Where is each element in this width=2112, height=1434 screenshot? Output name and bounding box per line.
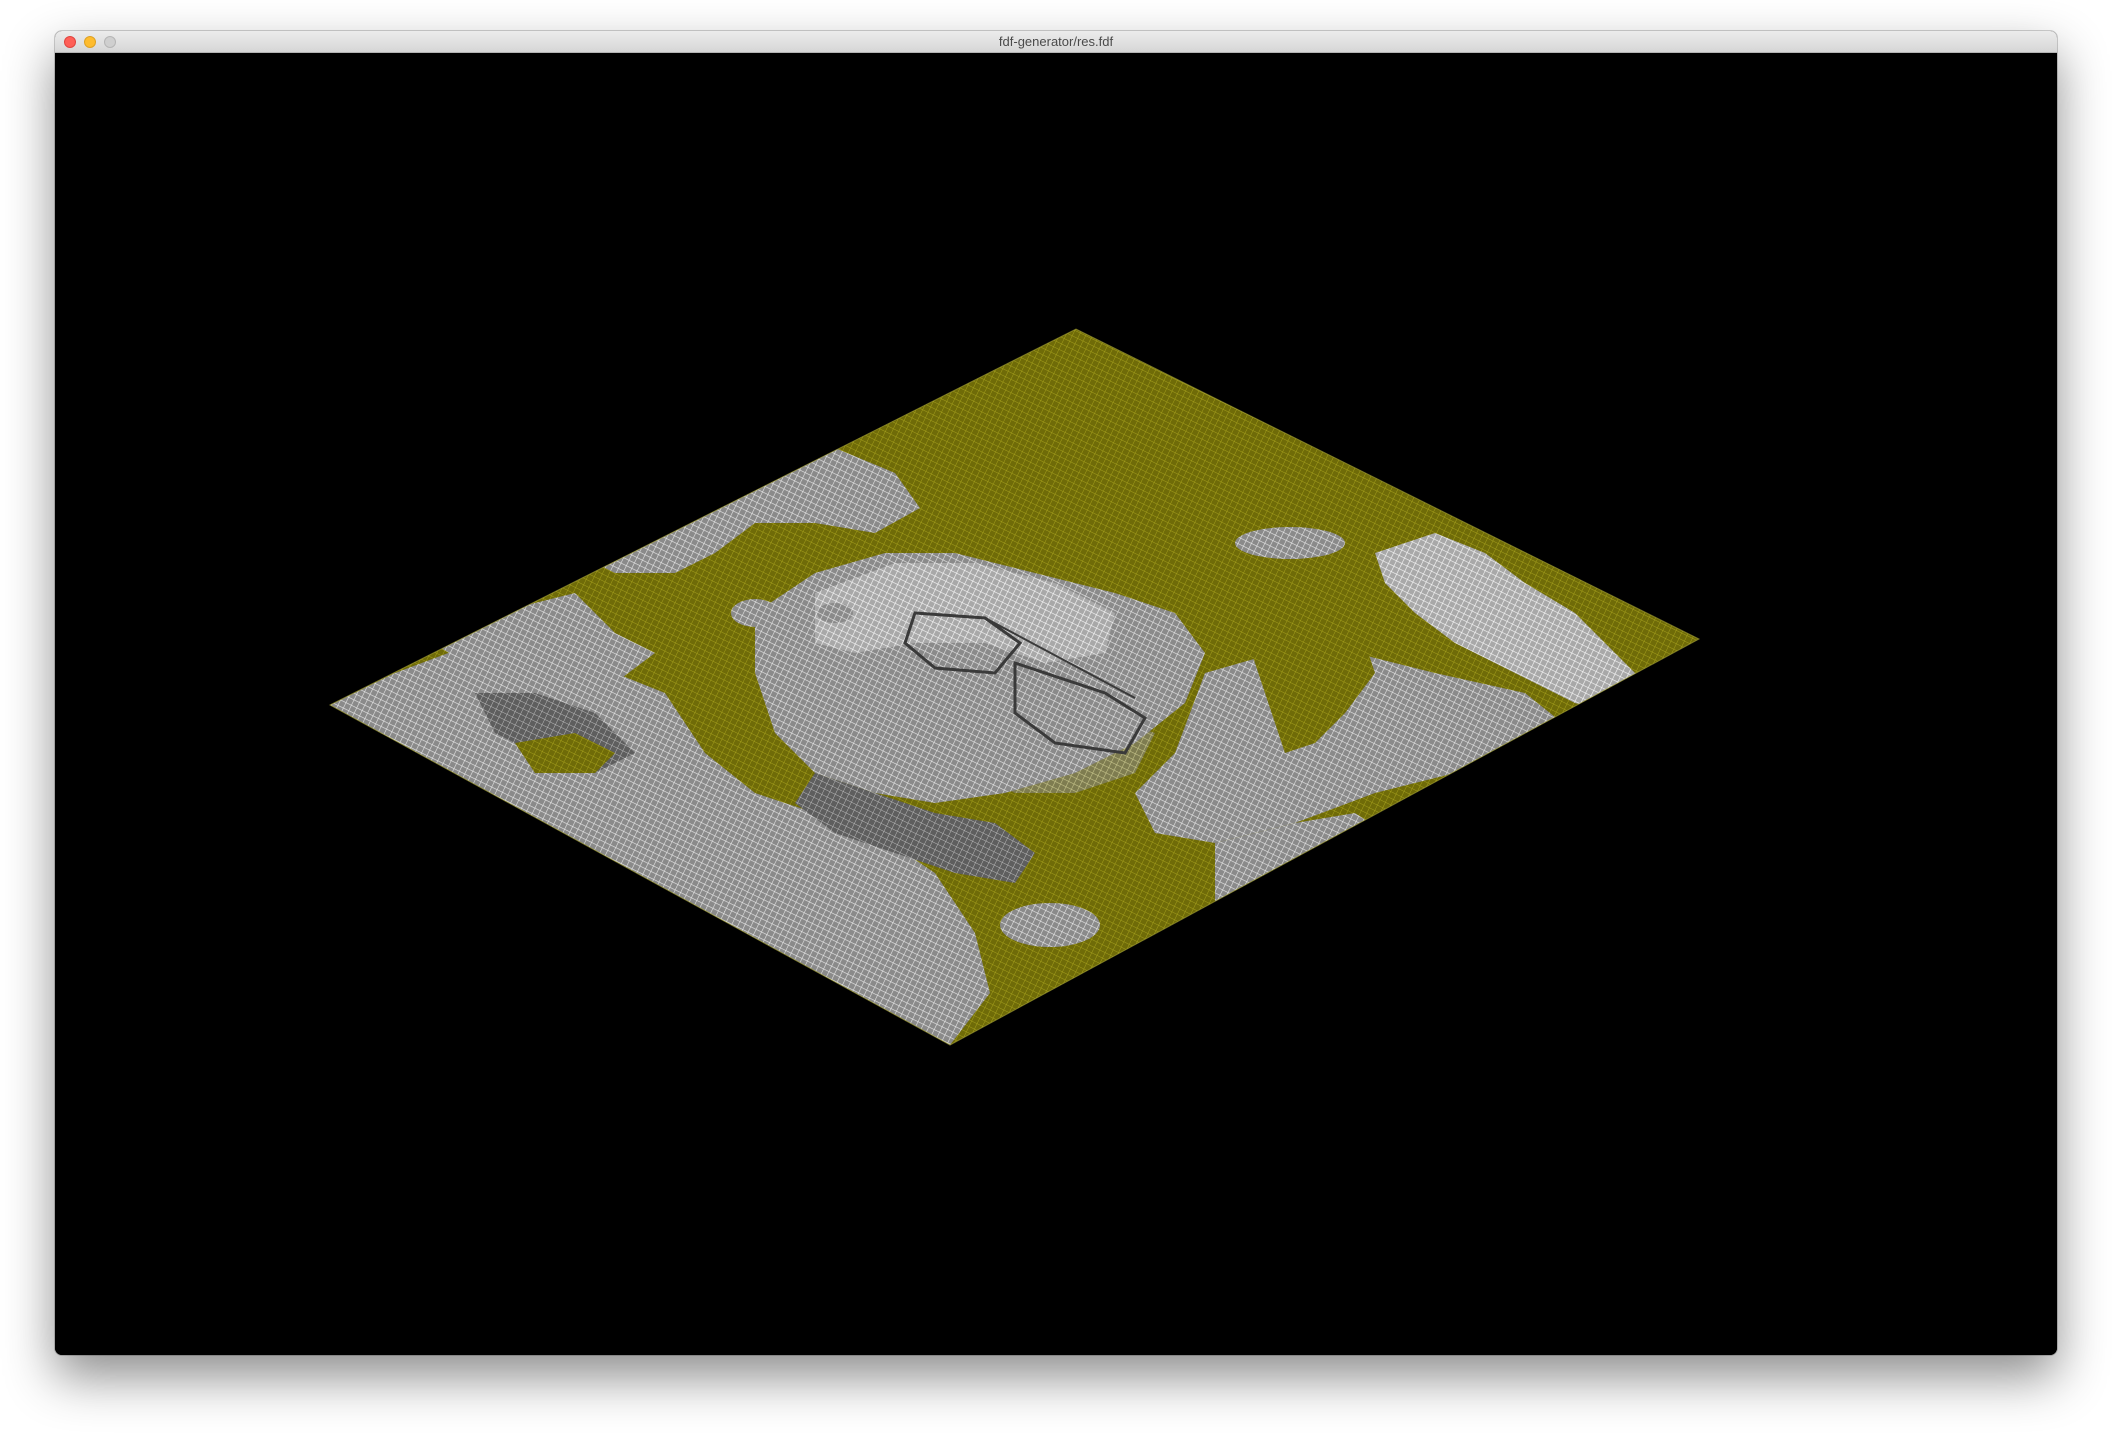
wireframe-map — [330, 329, 1699, 1045]
window-title: fdf-generator/res.fdf — [998, 34, 1114, 49]
desktop: fdf-generator/res.fdf — [0, 0, 2112, 1434]
app-window: fdf-generator/res.fdf — [55, 31, 2057, 1355]
render-viewport[interactable] — [55, 53, 2057, 1355]
wireframe-canvas — [328, 328, 1701, 1046]
window-titlebar[interactable]: fdf-generator/res.fdf — [55, 31, 2057, 53]
